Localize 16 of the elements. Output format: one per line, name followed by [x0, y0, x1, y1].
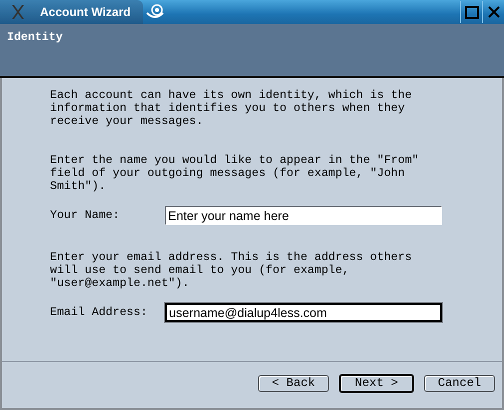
- email-field[interactable]: username@dialup4less.com: [165, 303, 442, 322]
- name-field[interactable]: Enter your name here: [165, 206, 442, 225]
- intro-text: Each account can have its own identity, which is the information that identifies you to others when they receive your messages.: [50, 89, 413, 128]
- instruction-text: Enter the name you would like to appear in the "From" field of your outgoing messages (for example, "John Smith").: [50, 154, 420, 193]
- wizard-button[interactable]: < Back: [258, 374, 329, 392]
- close-icon[interactable]: [488, 6, 500, 18]
- x-logo-icon[interactable]: [10, 4, 26, 20]
- field-label: Your Name:: [50, 209, 121, 222]
- field-label: Email Address:: [50, 306, 148, 319]
- page-title: Identity: [7, 31, 63, 44]
- maximize-icon[interactable]: [464, 6, 478, 18]
- window-title: Account Wizard: [40, 5, 131, 19]
- wizard-button[interactable]: Cancel: [424, 374, 495, 392]
- instruction-text: Enter your email address. This is the address others will use to send email to you (for example, "user@example.net").: [50, 251, 413, 290]
- swirl-icon[interactable]: [144, 3, 165, 21]
- wizard-button[interactable]: Next >: [339, 374, 414, 392]
